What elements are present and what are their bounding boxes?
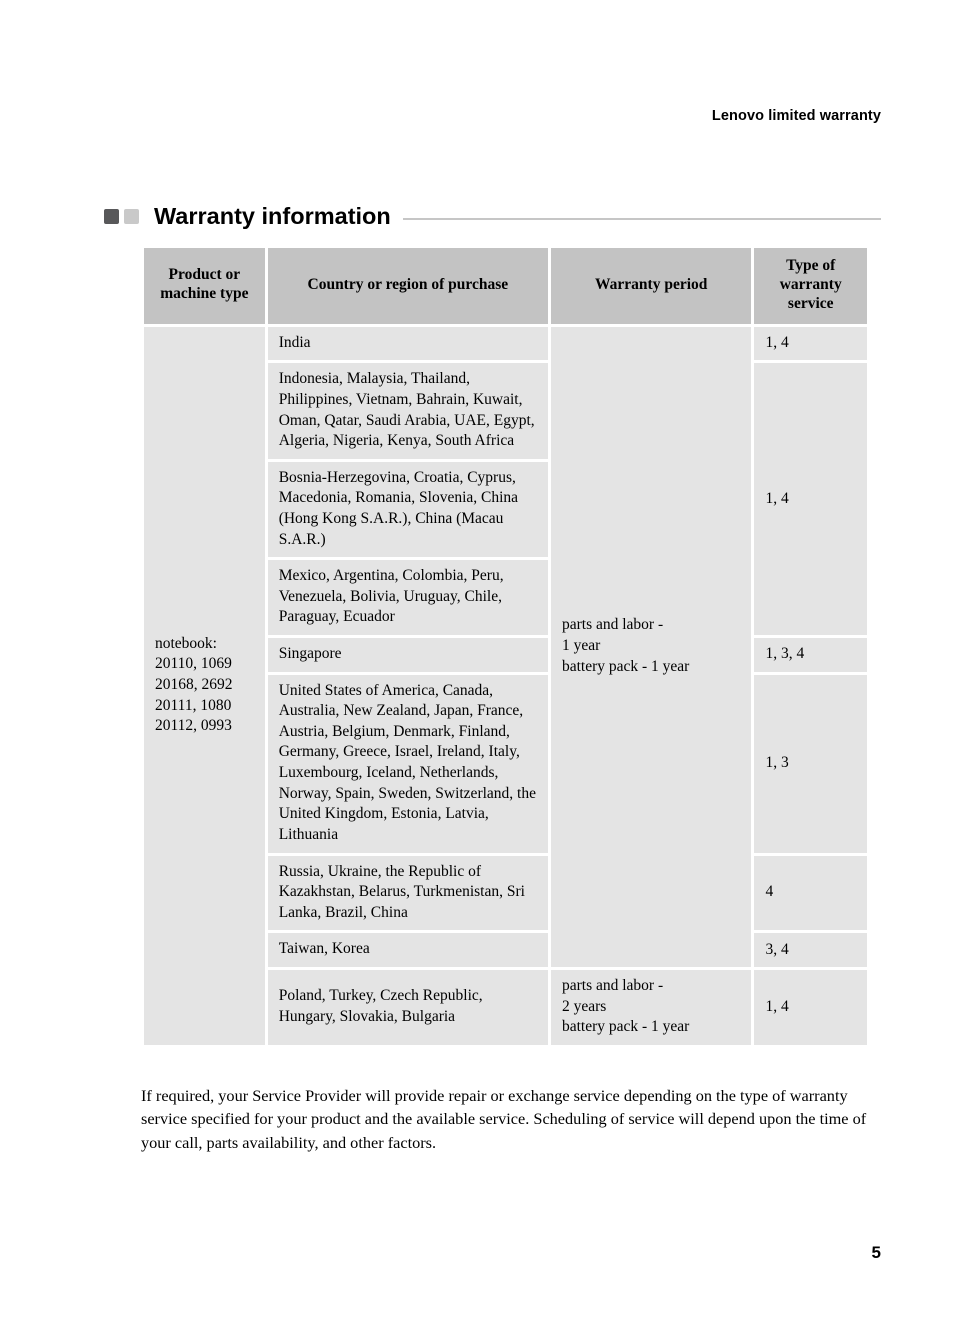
column-header-type-of-warranty-service: Type of warranty service [754, 248, 867, 324]
cell-warranty-period: parts and labor - 2 years battery pack -… [550, 969, 752, 1045]
column-header-type-line-3: service [787, 294, 834, 312]
page-number: 5 [871, 1243, 881, 1262]
warranty-information-table: Product or machine type Country or regio… [141, 245, 870, 1048]
cell-country-region: Poland, Turkey, Czech Republic, Hungary,… [267, 969, 548, 1045]
column-header-country-or-region: Country or region of purchase [267, 248, 548, 324]
warranty-period-last-line-3: battery pack - 1 year [561, 1018, 690, 1036]
cell-country-region: United States of America, Canada, Austra… [267, 674, 548, 853]
product-type-line-4: 20111, 1080 [155, 696, 232, 714]
column-header-product-line-2: machine type [160, 285, 249, 303]
running-header-title: Lenovo limited warranty [711, 108, 881, 124]
warranty-period-line-2: 1 year [561, 637, 601, 655]
bullet-square-dark-icon [104, 209, 119, 225]
title-divider-rule [402, 217, 881, 220]
section-title-block: Warranty information [104, 203, 881, 229]
bullet-square-light-icon [124, 209, 139, 225]
table-row: notebook: 20110, 1069 20168, 2692 20111,… [144, 326, 867, 1045]
product-type-line-2: 20110, 1069 [155, 655, 232, 673]
column-header-warranty-period: Warranty period [550, 248, 752, 324]
cell-warranty-service-type: 1, 3, 4 [754, 638, 867, 672]
table-header-row-group: Product or machine type Country or regio… [144, 248, 867, 324]
column-header-type-line-2: warranty [779, 275, 842, 293]
cell-product-machine-type: notebook: 20110, 1069 20168, 2692 20111,… [144, 326, 265, 1045]
warranty-period-line-3: battery pack - 1 year [561, 657, 690, 675]
warranty-period-last-line-2: 2 years [561, 997, 607, 1015]
cell-country-region: Singapore [267, 638, 548, 672]
product-label: notebook: [155, 634, 217, 652]
page-title: Warranty information [154, 203, 391, 229]
column-header-product-line-1: Product or [168, 266, 241, 284]
warranty-period-line-1: parts and labor - [561, 616, 664, 634]
cell-country-region: Indonesia, Malaysia, Thailand, Philippin… [267, 363, 548, 459]
column-header-product-or-machine-type: Product or machine type [144, 248, 265, 324]
column-header-type-line-1: Type of [786, 257, 836, 274]
cell-country-region: India [267, 326, 548, 361]
cell-country-region: Bosnia-Herzegovina, Croatia, Cyprus, Mac… [267, 461, 548, 558]
product-type-line-3: 20168, 2692 [155, 675, 233, 693]
cell-warranty-service-type: 4 [754, 855, 867, 931]
cell-country-region: Russia, Ukraine, the Republic of Kazakhs… [267, 855, 548, 931]
table-header-row: Product or machine type Country or regio… [144, 248, 867, 324]
product-type-line-5: 20112, 0993 [155, 717, 232, 735]
cell-warranty-service-type: 1, 4 [754, 969, 867, 1045]
cell-warranty-service-type: 1, 3 [754, 674, 867, 853]
cell-country-region: Taiwan, Korea [267, 933, 548, 967]
cell-country-region: Mexico, Argentina, Colombia, Peru, Venez… [267, 560, 548, 636]
table-body: notebook: 20110, 1069 20168, 2692 20111,… [144, 326, 867, 1045]
warranty-period-last-line-1: parts and labor - [561, 976, 664, 994]
cell-warranty-service-type: 1, 4 [754, 326, 867, 361]
cell-warranty-period: parts and labor - 1 year battery pack - … [550, 326, 752, 967]
service-provider-note-paragraph: If required, your Service Provider will … [141, 1086, 867, 1152]
cell-warranty-service-type: 1, 4 [754, 363, 867, 636]
cell-warranty-service-type: 3, 4 [754, 933, 867, 967]
